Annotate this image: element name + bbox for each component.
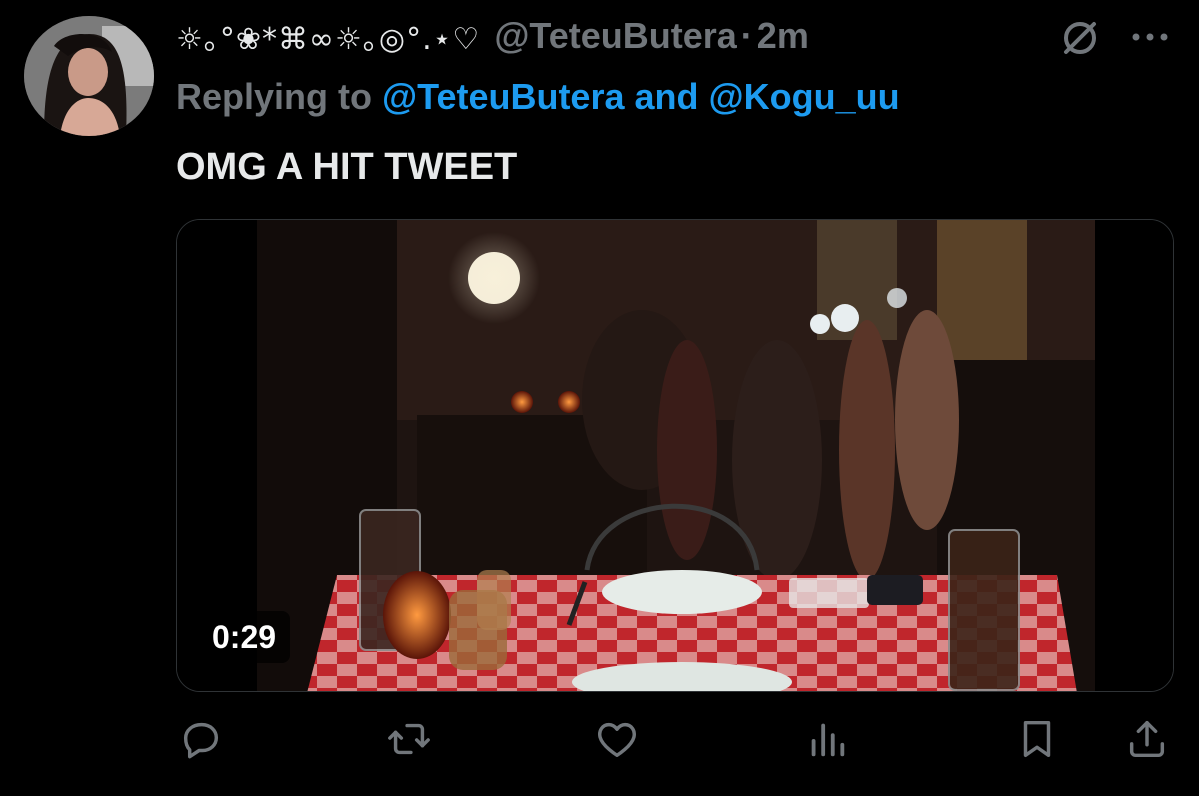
avatar-image: [24, 16, 154, 136]
reply-mention-teteubutera[interactable]: @TeteuButera: [382, 76, 624, 117]
video-thumbnail: [177, 220, 1173, 691]
user-handle[interactable]: @TeteuButera: [494, 15, 736, 57]
views-icon[interactable]: [804, 716, 850, 762]
share-icon[interactable]: [1124, 716, 1170, 762]
timestamp[interactable]: 2m: [757, 15, 809, 57]
replying-to: Replying to @TeteuButera and @Kogu_uu: [176, 76, 900, 118]
reply-icon[interactable]: [178, 716, 224, 762]
replying-prefix: Replying to: [176, 76, 372, 117]
like-icon[interactable]: [594, 716, 640, 762]
reply-conjunction: and: [634, 76, 699, 117]
more-icon[interactable]: [1128, 22, 1172, 52]
reply-mention-kogu[interactable]: @Kogu_uu: [709, 76, 900, 117]
display-name[interactable]: ☼｡°❀*⌘∞☼｡◎°.⋆♡: [176, 14, 480, 58]
separator-dot: ·: [740, 15, 753, 56]
bookmark-icon[interactable]: [1014, 716, 1060, 762]
retweet-icon[interactable]: [386, 716, 432, 762]
video-player[interactable]: [176, 219, 1174, 692]
video-duration: 0:29: [198, 611, 291, 663]
tweet-text: OMG A HIT TWEET: [176, 146, 518, 188]
grok-icon[interactable]: [1058, 16, 1102, 60]
tweet-header: ☼｡°❀*⌘∞☼｡◎°.⋆♡ @TeteuButera · 2m: [176, 14, 809, 58]
avatar[interactable]: [24, 16, 154, 136]
